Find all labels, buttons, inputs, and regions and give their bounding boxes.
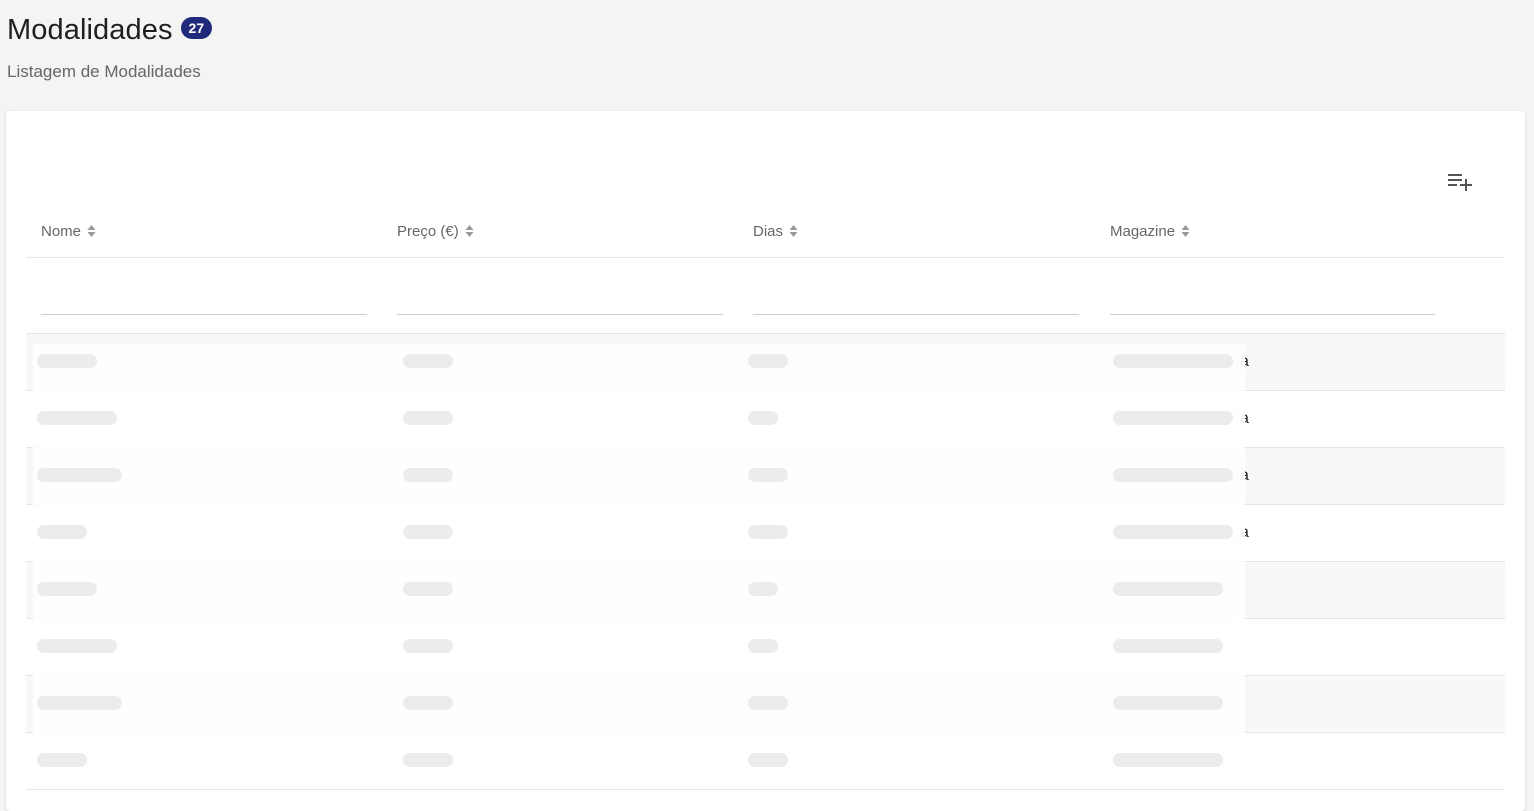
filter-cell-nome — [26, 258, 382, 333]
filter-input-preco[interactable] — [397, 290, 723, 315]
page-title: Modalidades — [7, 14, 173, 46]
list-card: Nome Preço (€) Dias Magazine a a a a — [6, 111, 1525, 811]
filter-cell-dias — [738, 258, 1094, 333]
table-row[interactable]: a — [26, 334, 1505, 391]
sort-icon — [465, 224, 474, 238]
table-row[interactable]: a — [26, 391, 1505, 448]
count-badge: 27 — [180, 17, 213, 39]
column-header-label: Magazine — [1110, 222, 1176, 240]
cell-magazine: a — [1240, 410, 1249, 427]
sort-icon — [789, 224, 798, 238]
column-header-magazine[interactable]: Magazine — [1094, 205, 1450, 257]
cell-magazine: a — [1240, 353, 1249, 370]
cell-magazine: a — [1240, 467, 1249, 484]
table-row[interactable] — [26, 733, 1505, 790]
filter-row — [26, 258, 1505, 334]
column-header-nome[interactable]: Nome — [26, 205, 382, 257]
table-row[interactable]: a — [26, 448, 1505, 505]
column-header-preco[interactable]: Preço (€) — [382, 205, 738, 257]
table-row[interactable] — [26, 619, 1505, 676]
data-table: Nome Preço (€) Dias Magazine a a a a — [26, 205, 1505, 790]
filter-input-nome[interactable] — [41, 290, 367, 315]
column-header-label: Preço (€) — [397, 222, 459, 240]
playlist-add-icon — [1448, 174, 1472, 191]
table-header-row: Nome Preço (€) Dias Magazine — [26, 205, 1505, 258]
cell-magazine: a — [1240, 524, 1249, 541]
page-header: Modalidades 27 Listagem de Modalidades — [7, 12, 213, 82]
column-header-dias[interactable]: Dias — [738, 205, 1094, 257]
filter-input-magazine[interactable] — [1110, 290, 1435, 315]
column-header-label: Nome — [41, 222, 82, 240]
title-row: Modalidades 27 — [7, 12, 213, 48]
filter-cell-preco — [382, 258, 738, 333]
table-row[interactable] — [26, 562, 1505, 619]
sort-icon — [87, 224, 96, 238]
add-item-button[interactable] — [1444, 165, 1476, 197]
filter-input-dias[interactable] — [753, 290, 1079, 315]
sort-icon — [1181, 224, 1190, 238]
table-row[interactable] — [26, 676, 1505, 733]
table-row[interactable]: a — [26, 505, 1505, 562]
page-subtitle: Listagem de Modalidades — [7, 62, 201, 81]
filter-cell-magazine — [1094, 258, 1461, 333]
column-header-label: Dias — [753, 222, 784, 240]
